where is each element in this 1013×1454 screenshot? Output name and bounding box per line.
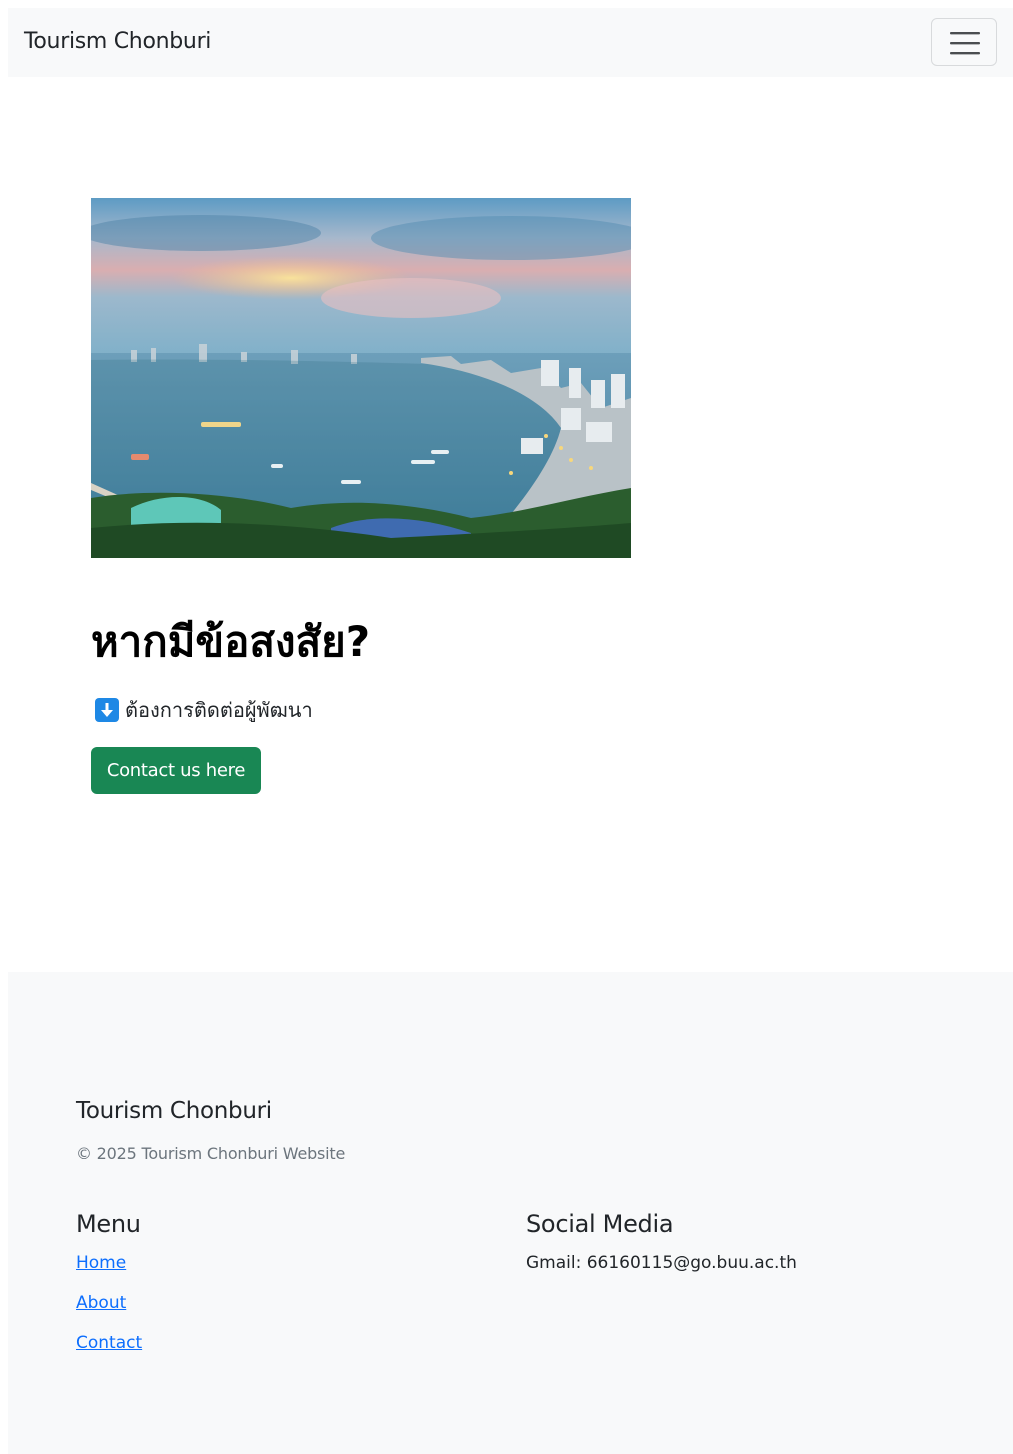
footer: Tourism Chonburi © 2025 Tourism Chonburi… bbox=[8, 972, 1013, 1454]
navbar-toggler-button[interactable] bbox=[931, 18, 997, 66]
navbar-brand[interactable]: Tourism Chonburi bbox=[24, 29, 211, 54]
hamburger-icon bbox=[950, 32, 980, 55]
page-heading: หากมีข้อสงสัย? bbox=[91, 617, 371, 666]
arrow-down-icon bbox=[95, 698, 119, 722]
contact-prompt-text: ต้องการติดต่อผู้พัฒนา bbox=[125, 698, 313, 722]
navbar: Tourism Chonburi bbox=[8, 8, 1013, 77]
contact-prompt: ต้องการติดต่อผู้พัฒนา bbox=[95, 697, 313, 723]
footer-link-home[interactable]: Home bbox=[76, 1253, 126, 1273]
contact-us-button[interactable]: Contact us here bbox=[91, 747, 261, 794]
menu-heading: Menu bbox=[76, 1210, 141, 1238]
footer-link-about[interactable]: About bbox=[76, 1293, 126, 1313]
hero-image bbox=[91, 198, 631, 558]
footer-link-contact[interactable]: Contact bbox=[76, 1333, 142, 1353]
social-media-heading: Social Media bbox=[526, 1210, 674, 1238]
gmail-address: Gmail: 66160115@go.buu.ac.th bbox=[526, 1253, 797, 1273]
footer-brand: Tourism Chonburi bbox=[76, 1098, 272, 1124]
copyright-text: © 2025 Tourism Chonburi Website bbox=[76, 1144, 346, 1163]
page: Tourism Chonburi หากมีข้อสงสัย? ต้องการต… bbox=[0, 0, 1013, 1454]
